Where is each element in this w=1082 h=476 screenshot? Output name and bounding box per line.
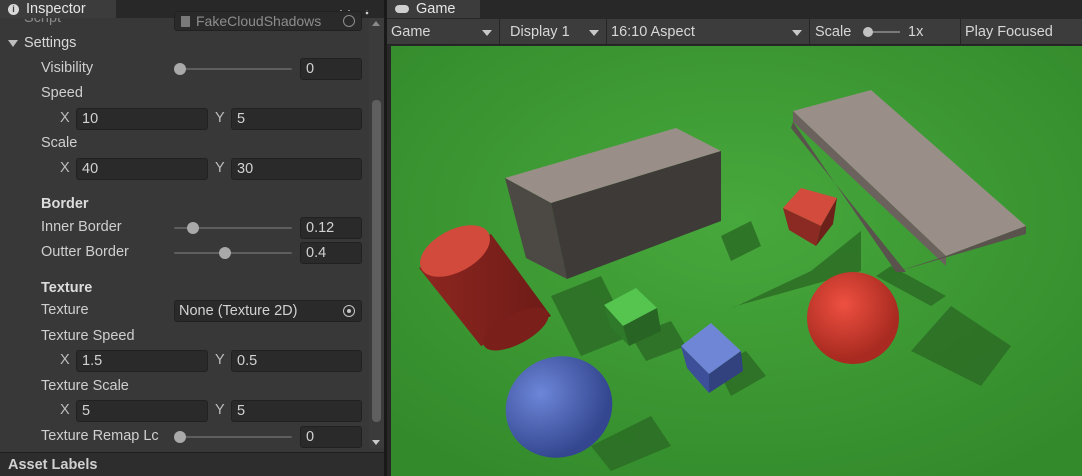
- visibility-slider-track[interactable]: [180, 68, 292, 70]
- texture-speed-y-field[interactable]: 0.5: [231, 350, 362, 372]
- chevron-down-icon: [482, 30, 492, 36]
- play-focused-label: Play Focused: [965, 24, 1053, 40]
- object-picker-icon[interactable]: [343, 305, 355, 317]
- texture-header: Texture: [41, 280, 93, 296]
- tab-game[interactable]: Game: [387, 0, 480, 18]
- visibility-label: Visibility: [41, 60, 94, 76]
- speed-fields-row: X 10 Y 5: [0, 108, 366, 130]
- speed-x-label: X: [60, 110, 70, 126]
- scale-label-row: Scale: [0, 133, 366, 155]
- inner-border-slider-knob[interactable]: [187, 222, 200, 234]
- inspector-scrollbar[interactable]: [369, 18, 384, 448]
- scale-fields-row: X 40 Y 30: [0, 158, 366, 180]
- texture-scale-label: Texture Scale: [41, 378, 129, 394]
- visibility-slider-knob[interactable]: [174, 63, 186, 75]
- texture-scale-label-row: Texture Scale: [0, 376, 366, 398]
- texture-scale-x-field[interactable]: 5: [76, 400, 208, 422]
- texture-object-field[interactable]: None (Texture 2D): [174, 300, 362, 322]
- display-dropdown[interactable]: Display 1: [500, 19, 607, 45]
- texture-remap-field[interactable]: 0: [300, 426, 362, 448]
- texture-speed-label: Texture Speed: [41, 328, 135, 344]
- outter-border-slider-knob[interactable]: [218, 247, 231, 259]
- visibility-field[interactable]: 0: [300, 58, 362, 80]
- scroll-down-arrow-icon[interactable]: [372, 440, 380, 445]
- script-row: Script FakeCloudShadows: [0, 10, 366, 32]
- outter-border-field[interactable]: 0.4: [300, 242, 362, 264]
- speed-y-field[interactable]: 5: [231, 108, 362, 130]
- texture-scale-y-field[interactable]: 5: [231, 400, 362, 422]
- texture-speed-fields-row: X 1.5 Y 0.5: [0, 350, 366, 372]
- scale-label: Scale: [41, 135, 78, 151]
- play-focused-dropdown[interactable]: Play Focused: [961, 19, 1082, 45]
- visibility-row: Visibility 0: [0, 58, 366, 80]
- scale-slider-knob[interactable]: [863, 27, 873, 37]
- game-view-dropdown-label: Game: [391, 24, 431, 40]
- outter-border-slider-track[interactable]: [174, 252, 292, 254]
- game-viewport[interactable]: [391, 46, 1082, 476]
- scale-x-label: X: [60, 160, 70, 176]
- speed-label: Speed: [41, 85, 83, 101]
- texture-remap-slider-knob[interactable]: [174, 431, 186, 443]
- texture-speed-label-row: Texture Speed: [0, 326, 366, 348]
- aspect-dropdown[interactable]: 16:10 Aspect: [607, 19, 810, 45]
- texture-scale-x-label: X: [60, 402, 70, 418]
- speed-x-field[interactable]: 10: [76, 108, 208, 130]
- inner-border-row: Inner Border 0.12: [0, 217, 366, 239]
- game-view-dropdown[interactable]: Game: [387, 19, 500, 45]
- script-label: Script: [24, 10, 62, 26]
- scale-value: 1x: [908, 24, 924, 40]
- red-sphere: [807, 272, 899, 364]
- tab-game-label: Game: [416, 1, 456, 17]
- script-field[interactable]: FakeCloudShadows: [174, 11, 362, 31]
- texture-value: None (Texture 2D): [179, 303, 298, 319]
- aspect-dropdown-label: 16:10 Aspect: [611, 24, 695, 40]
- outter-border-label: Outter Border: [41, 244, 129, 260]
- asset-labels-header[interactable]: Asset Labels: [0, 452, 384, 476]
- chevron-down-icon: [792, 30, 802, 36]
- texture-speed-x-field[interactable]: 1.5: [76, 350, 208, 372]
- texture-remap-row: Texture Remap Lc 0: [0, 426, 366, 448]
- texture-scale-y-label: Y: [215, 402, 225, 418]
- inner-border-field[interactable]: 0.12: [300, 217, 362, 239]
- game-scene: [391, 46, 1082, 476]
- inner-border-label: Inner Border: [41, 219, 122, 235]
- inspector-panel: i Inspector Script FakeCloudShadows i In…: [0, 0, 384, 476]
- scale-control-label: Scale: [815, 24, 852, 40]
- border-header: Border: [41, 196, 89, 212]
- speed-y-label: Y: [215, 110, 225, 126]
- game-panel: Game Game Display 1 16:10 Aspect Scale 1…: [387, 0, 1082, 476]
- settings-label: Settings: [24, 35, 77, 51]
- texture-label: Texture: [41, 302, 89, 318]
- scrollbar-thumb[interactable]: [372, 100, 381, 422]
- texture-speed-y-label: Y: [215, 352, 225, 368]
- gamepad-icon: [395, 5, 409, 13]
- outter-border-row: Outter Border 0.4: [0, 242, 366, 264]
- speed-label-row: Speed: [0, 83, 366, 105]
- script-value: FakeCloudShadows: [196, 13, 322, 29]
- game-tabbar: Game: [387, 0, 1082, 18]
- display-dropdown-label: Display 1: [510, 24, 570, 40]
- script-file-icon: [181, 15, 190, 27]
- scroll-up-arrow-icon[interactable]: [372, 21, 380, 26]
- foldout-arrow-icon: [8, 39, 18, 47]
- scale-x-field[interactable]: 40: [76, 158, 208, 180]
- scale-y-field[interactable]: 30: [231, 158, 362, 180]
- texture-row: Texture None (Texture 2D): [0, 300, 366, 322]
- texture-remap-slider-track[interactable]: [180, 436, 292, 438]
- texture-remap-label: Texture Remap Lc: [41, 428, 159, 444]
- object-picker-icon[interactable]: [343, 15, 355, 27]
- settings-foldout[interactable]: Settings: [8, 35, 76, 51]
- chevron-down-icon: [589, 30, 599, 36]
- game-toolbar: Game Display 1 16:10 Aspect Scale 1x Pla…: [387, 19, 1082, 45]
- scale-control: Scale 1x: [810, 19, 961, 45]
- scale-y-label: Y: [215, 160, 225, 176]
- texture-scale-fields-row: X 5 Y 5: [0, 400, 366, 422]
- texture-speed-x-label: X: [60, 352, 70, 368]
